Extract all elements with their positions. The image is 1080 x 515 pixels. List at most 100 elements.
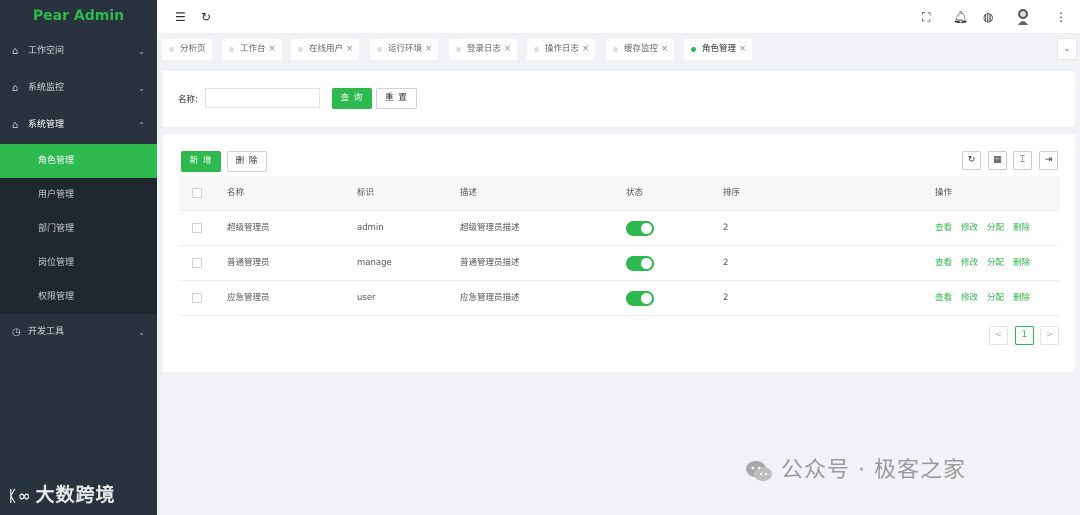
sidebar-item-dept[interactable]: 部门管理 [0, 212, 157, 246]
avatar[interactable] [1015, 0, 1031, 34]
tab-analysis[interactable]: 分析页 [162, 39, 212, 60]
edit-link[interactable]: 修改 [961, 223, 978, 233]
sidebar: Pear Admin ⌂ 工作空间 ⌄ ⌂ 系统监控 ⌄ ⌂ 系统管理 ⌃ 角色… [0, 0, 157, 515]
tab-online-users[interactable]: 在线用户 × [291, 39, 360, 60]
toggle-knob [641, 293, 652, 304]
sidebar-item-workspace[interactable]: ⌂ 工作空间 ⌄ [0, 33, 157, 70]
query-button[interactable]: 查 询 [332, 88, 372, 109]
assign-link[interactable]: 分配 [987, 223, 1004, 233]
column-header-status: 状态 [626, 188, 644, 198]
delete-button[interactable]: 删 除 [227, 151, 267, 172]
column-header-name: 名称 [227, 188, 245, 198]
sidebar-item-label: 系统监控 [28, 83, 65, 93]
menu-collapse-icon[interactable]: ☰ [175, 0, 186, 34]
tab-dot-icon [534, 47, 539, 52]
tab-dot-icon [377, 47, 382, 52]
tab-workbench[interactable]: 工作台 × [222, 39, 282, 60]
cell-name: 普通管理员 [227, 258, 270, 268]
cell-desc: 普通管理员描述 [460, 258, 520, 268]
name-search-input[interactable] [205, 88, 320, 108]
tab-login-log[interactable]: 登录日志 × [449, 39, 518, 60]
tab-label: 在线用户 [309, 44, 344, 54]
tab-label: 登录日志 [467, 44, 502, 54]
sidebar-item-post[interactable]: 岗位管理 [0, 246, 157, 280]
close-icon[interactable]: × [346, 44, 353, 54]
toggle-knob [641, 258, 652, 269]
tab-runtime[interactable]: 运行环境 × [370, 39, 439, 60]
bell-icon[interactable]: 🔔︎ [953, 0, 968, 34]
tab-label: 操作日志 [545, 44, 580, 54]
chevron-down-icon: ⌄ [138, 84, 145, 93]
table-row: 应急管理员 user 应急管理员描述 2 查看 修改 分配 删除 [179, 281, 1060, 316]
home-icon: ⌂ [12, 46, 19, 57]
close-icon[interactable]: × [425, 44, 432, 54]
export-icon[interactable]: ⌶ [1013, 151, 1032, 170]
close-icon[interactable]: × [582, 44, 589, 54]
status-toggle[interactable] [626, 291, 654, 306]
tab-dot-icon [456, 47, 461, 52]
tab-dot-icon [229, 47, 234, 52]
sidebar-item-user[interactable]: 用户管理 [0, 178, 157, 212]
tab-operate-log[interactable]: 操作日志 × [527, 39, 596, 60]
reset-button[interactable]: 重 置 [376, 88, 417, 109]
sidebar-item-monitor[interactable]: ⌂ 系统监控 ⌄ [0, 70, 157, 107]
chevron-down-icon: ⌄ [138, 47, 145, 56]
print-icon[interactable]: ⇥ [1039, 151, 1058, 170]
remove-link[interactable]: 删除 [1013, 258, 1030, 268]
assign-link[interactable]: 分配 [987, 293, 1004, 303]
tab-label: 工作台 [240, 44, 266, 54]
name-label: 名称: [178, 95, 198, 105]
cell-name: 超级管理员 [227, 223, 270, 233]
row-checkbox[interactable] [192, 258, 202, 268]
status-toggle[interactable] [626, 221, 654, 236]
edit-link[interactable]: 修改 [961, 258, 978, 268]
sidebar-item-system[interactable]: ⌂ 系统管理 ⌃ [0, 107, 157, 144]
sidebar-item-role[interactable]: 角色管理 [0, 144, 157, 178]
tab-role-management[interactable]: 角色管理 × [684, 39, 753, 60]
row-checkbox[interactable] [192, 223, 202, 233]
search-card: 名称: 查 询 重 置 [163, 71, 1075, 127]
tabs-dropdown-button[interactable]: ⌄ [1057, 38, 1077, 60]
close-icon[interactable]: × [504, 44, 511, 54]
tab-cache-monitor[interactable]: 缓存监控 × [606, 39, 675, 60]
chevron-down-icon: ⌄ [1063, 44, 1071, 53]
watermark-left: ᛕ∞ 大数跨境 [8, 480, 116, 507]
cell-sort: 2 [723, 223, 729, 233]
tab-dot-icon [298, 47, 303, 52]
assign-link[interactable]: 分配 [987, 258, 1004, 268]
view-link[interactable]: 查看 [935, 258, 952, 268]
cell-desc: 应急管理员描述 [460, 293, 520, 303]
cell-code: user [357, 293, 376, 303]
cell-desc: 超级管理员描述 [460, 223, 520, 233]
close-icon[interactable]: × [269, 44, 276, 54]
chevron-up-icon: ⌃ [138, 121, 145, 130]
prev-page-button[interactable]: < [989, 326, 1008, 345]
cell-sort: 2 [723, 293, 729, 303]
more-vertical-icon[interactable]: ⋮ [1055, 0, 1067, 34]
cell-code: manage [357, 258, 392, 268]
add-button[interactable]: 新 增 [181, 151, 221, 172]
columns-grid-icon[interactable]: ▦ [988, 151, 1007, 170]
globe-icon[interactable]: ◍ [983, 0, 993, 34]
row-checkbox[interactable] [192, 293, 202, 303]
remove-link[interactable]: 删除 [1013, 293, 1030, 303]
tab-dot-icon [169, 47, 174, 52]
view-link[interactable]: 查看 [935, 293, 952, 303]
remove-link[interactable]: 删除 [1013, 223, 1030, 233]
page-1-button[interactable]: 1 [1015, 326, 1034, 345]
sidebar-item-power[interactable]: 权限管理 [0, 280, 157, 314]
close-icon[interactable]: × [739, 44, 746, 54]
status-toggle[interactable] [626, 256, 654, 271]
next-page-button[interactable]: > [1040, 326, 1059, 345]
view-link[interactable]: 查看 [935, 223, 952, 233]
table-header-row: 名称 标识 描述 状态 排序 操作 [179, 176, 1060, 211]
close-icon[interactable]: × [661, 44, 668, 54]
sidebar-item-devtools[interactable]: ◷ 开发工具 ⌄ [0, 314, 157, 351]
select-all-checkbox[interactable] [192, 188, 202, 198]
refresh-icon[interactable]: ↻ [201, 0, 211, 34]
cell-ops: 查看 修改 分配 删除 [935, 246, 1039, 281]
edit-link[interactable]: 修改 [961, 293, 978, 303]
fullscreen-icon[interactable]: ⛶ [922, 0, 930, 34]
refresh-icon[interactable]: ↻ [962, 151, 981, 170]
watermark-left-text: 大数跨境 [35, 484, 116, 506]
